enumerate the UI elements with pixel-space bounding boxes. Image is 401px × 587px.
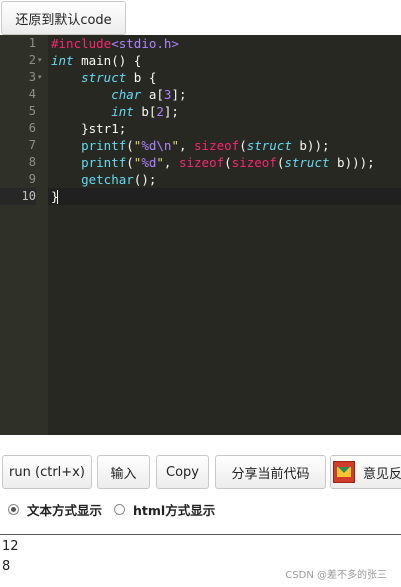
code-token: <stdio.h> bbox=[111, 36, 179, 51]
code-token: }str1; bbox=[51, 121, 127, 136]
code-token: a[ bbox=[141, 87, 164, 102]
code-token: %d\n bbox=[141, 138, 172, 153]
code-token: struct bbox=[246, 138, 292, 153]
run-button[interactable]: run (ctrl+x) bbox=[2, 455, 92, 489]
code-line[interactable]: int main() { bbox=[51, 52, 141, 69]
line-number: 9 bbox=[28, 172, 36, 186]
code-token: printf bbox=[81, 138, 127, 153]
code-token: (); bbox=[133, 172, 157, 187]
line-number: 10 bbox=[0, 188, 36, 205]
code-token: int bbox=[51, 53, 74, 68]
code-token: main() { bbox=[73, 53, 142, 68]
code-token: sizeof bbox=[178, 155, 225, 170]
line-number: 2 bbox=[28, 53, 36, 67]
display-mode-html-option[interactable]: html方式显示 bbox=[114, 500, 215, 519]
html-mode-radio[interactable] bbox=[114, 503, 126, 515]
code-line[interactable]: }str1; bbox=[51, 120, 126, 137]
active-line-highlight bbox=[48, 188, 401, 205]
fold-chevron-icon[interactable] bbox=[38, 35, 46, 52]
display-mode-text-option[interactable]: 文本方式显示 bbox=[8, 500, 102, 519]
code-token: struct bbox=[284, 155, 330, 170]
feedback-label: 意见反 bbox=[363, 466, 401, 482]
text-mode-radio[interactable] bbox=[8, 503, 19, 515]
output-line: 8 bbox=[2, 559, 11, 574]
fold-chevron-icon[interactable] bbox=[38, 171, 46, 188]
code-token: b[ bbox=[133, 104, 157, 119]
code-line[interactable]: printf("%d", sizeof(sizeof(struct b))); bbox=[51, 154, 375, 171]
code-token: sizeof bbox=[231, 155, 277, 170]
code-token: ( bbox=[239, 138, 247, 153]
line-number: 7 bbox=[28, 138, 36, 152]
code-token: int bbox=[111, 104, 134, 119]
code-line[interactable]: struct b { bbox=[51, 69, 156, 86]
code-token: ]; bbox=[163, 104, 179, 119]
code-token: b))); bbox=[329, 155, 375, 170]
code-token: b)); bbox=[291, 138, 330, 153]
line-number: 1 bbox=[28, 36, 36, 50]
code-token: 2 bbox=[156, 104, 164, 119]
output-line: 12 bbox=[2, 539, 19, 554]
editor-gutter: 1 2 ▾ 3 ▾ 4 5 6 7 8 9 10 bbox=[0, 35, 48, 435]
code-line[interactable]: getchar(); bbox=[51, 171, 156, 188]
html-mode-label: html方式显示 bbox=[133, 502, 216, 518]
code-token: getchar bbox=[81, 172, 134, 187]
code-token: printf bbox=[81, 155, 127, 170]
code-token: struct bbox=[81, 70, 127, 85]
display-mode-group: 文本方式显示 html方式显示 bbox=[8, 500, 227, 518]
output-divider bbox=[0, 534, 401, 535]
fold-chevron-icon[interactable] bbox=[38, 188, 46, 205]
reset-default-code-button[interactable]: 还原到默认code bbox=[1, 1, 126, 35]
code-token: ]; bbox=[171, 87, 187, 102]
code-token: %d bbox=[141, 155, 157, 170]
code-token: b { bbox=[126, 70, 157, 85]
mail-icon bbox=[333, 461, 355, 483]
line-number: 5 bbox=[28, 104, 36, 118]
fold-chevron-icon[interactable] bbox=[38, 120, 46, 137]
fold-chevron-icon[interactable] bbox=[38, 137, 46, 154]
code-token: char bbox=[111, 87, 142, 102]
fold-chevron-icon[interactable]: ▾ bbox=[38, 69, 46, 86]
line-number: 8 bbox=[28, 155, 36, 169]
line-number: 3 bbox=[28, 70, 36, 84]
fold-chevron-icon[interactable] bbox=[38, 103, 46, 120]
code-editor[interactable]: 1 2 ▾ 3 ▾ 4 5 6 7 8 9 10 #include<stdio.h> int main(… bbox=[0, 35, 401, 435]
fold-chevron-icon[interactable]: ▾ bbox=[38, 52, 46, 69]
code-token: ( bbox=[126, 138, 134, 153]
code-token: " bbox=[171, 138, 179, 153]
feedback-button[interactable]: 意见反 bbox=[330, 455, 401, 489]
text-mode-label: 文本方式显示 bbox=[27, 502, 103, 518]
code-token: , bbox=[163, 155, 179, 170]
fold-chevron-icon[interactable] bbox=[38, 86, 46, 103]
code-line[interactable]: #include<stdio.h> bbox=[51, 35, 179, 52]
line-number: 4 bbox=[28, 87, 36, 101]
fold-chevron-icon[interactable] bbox=[38, 154, 46, 171]
code-token: sizeof bbox=[194, 138, 240, 153]
code-line[interactable]: char a[3]; bbox=[51, 86, 187, 103]
code-line[interactable]: int b[2]; bbox=[51, 103, 179, 120]
code-token: " bbox=[156, 155, 164, 170]
code-token: ( bbox=[126, 155, 134, 170]
copy-button[interactable]: Copy bbox=[156, 455, 209, 489]
line-number: 6 bbox=[28, 121, 36, 135]
code-token: #include bbox=[51, 36, 112, 51]
csdn-watermark: CSDN @差不多的张三 bbox=[285, 570, 387, 581]
code-token: ( bbox=[224, 155, 232, 170]
code-line[interactable]: printf("%d\n", sizeof(struct b)); bbox=[51, 137, 330, 154]
text-cursor bbox=[57, 190, 58, 204]
share-code-button[interactable]: 分享当前代码 bbox=[215, 455, 326, 489]
input-button[interactable]: 输入 bbox=[97, 455, 150, 489]
code-token: , bbox=[178, 138, 195, 153]
